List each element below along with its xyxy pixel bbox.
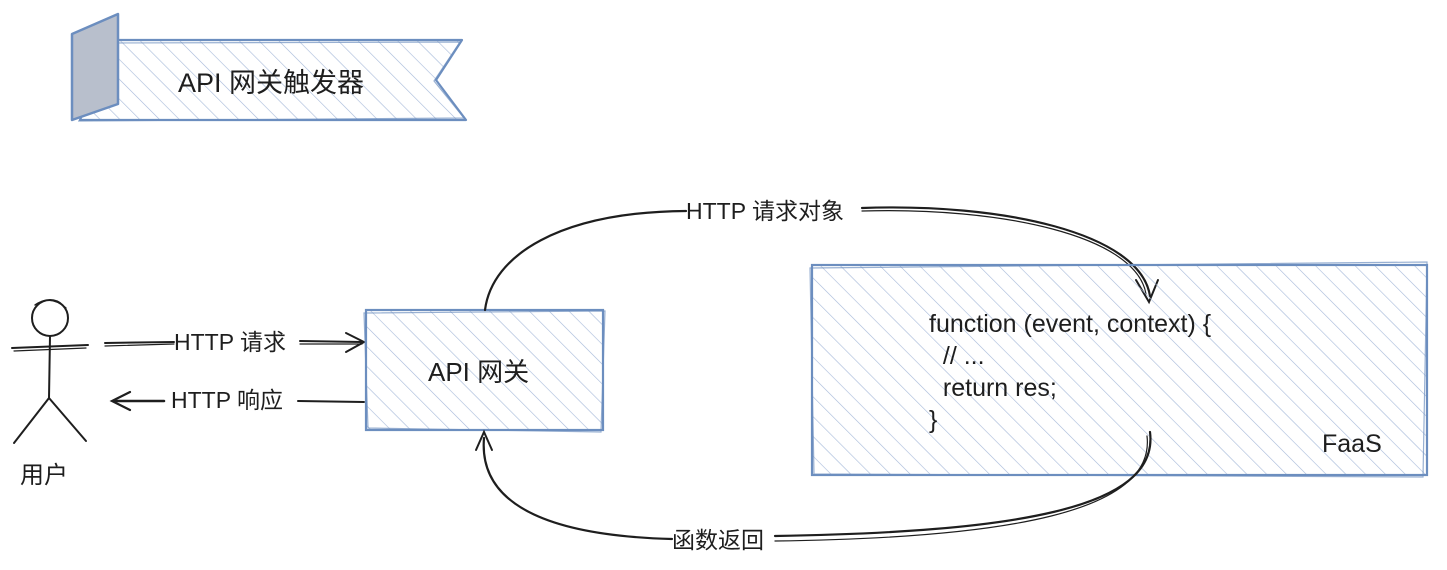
faas-code-line-3: return res; [929, 374, 1057, 402]
faas-code-line-1: function (event, context) { [929, 310, 1211, 338]
api-gateway-label: API 网关 [428, 357, 529, 387]
faas-box: function (event, context) { // ... retur… [809, 261, 1429, 478]
http-request-line-right [299, 340, 363, 343]
title-banner-pole [70, 12, 120, 122]
http-request-object-curve-left [483, 209, 688, 312]
function-return-curve-left [482, 436, 674, 541]
http-request-line-left [104, 341, 175, 344]
user-leg-left [13, 397, 50, 444]
faas-label: FaaS [1322, 430, 1382, 458]
http-response-label: HTTP 响应 [171, 387, 283, 413]
function-return-label: 函数返回 [672, 527, 764, 553]
http-response-line-right [297, 400, 365, 403]
user-body [48, 335, 51, 399]
faas-code-line-4: } [929, 406, 937, 434]
http-request-label: HTTP 请求 [174, 329, 286, 355]
api-gateway-box: API 网关 [363, 308, 606, 433]
user-label: 用户 [20, 462, 68, 489]
http-request-line-left-sketch [104, 343, 175, 347]
user-actor [11, 299, 89, 444]
title-banner-text: API 网关触发器 [178, 68, 364, 98]
diagram-svg: API 网关触发器 用户 HTTP 请求 HTTP 响应 API 网关 HTTP… [11, 12, 1429, 553]
faas-code-line-2: // ... [929, 342, 985, 370]
http-request-object-label: HTTP 请求对象 [686, 198, 844, 224]
title-banner: API 网关触发器 [70, 12, 468, 122]
user-leg-right [48, 397, 87, 442]
diagram-canvas: API 网关触发器 用户 HTTP 请求 HTTP 响应 API 网关 HTTP… [0, 0, 1447, 565]
